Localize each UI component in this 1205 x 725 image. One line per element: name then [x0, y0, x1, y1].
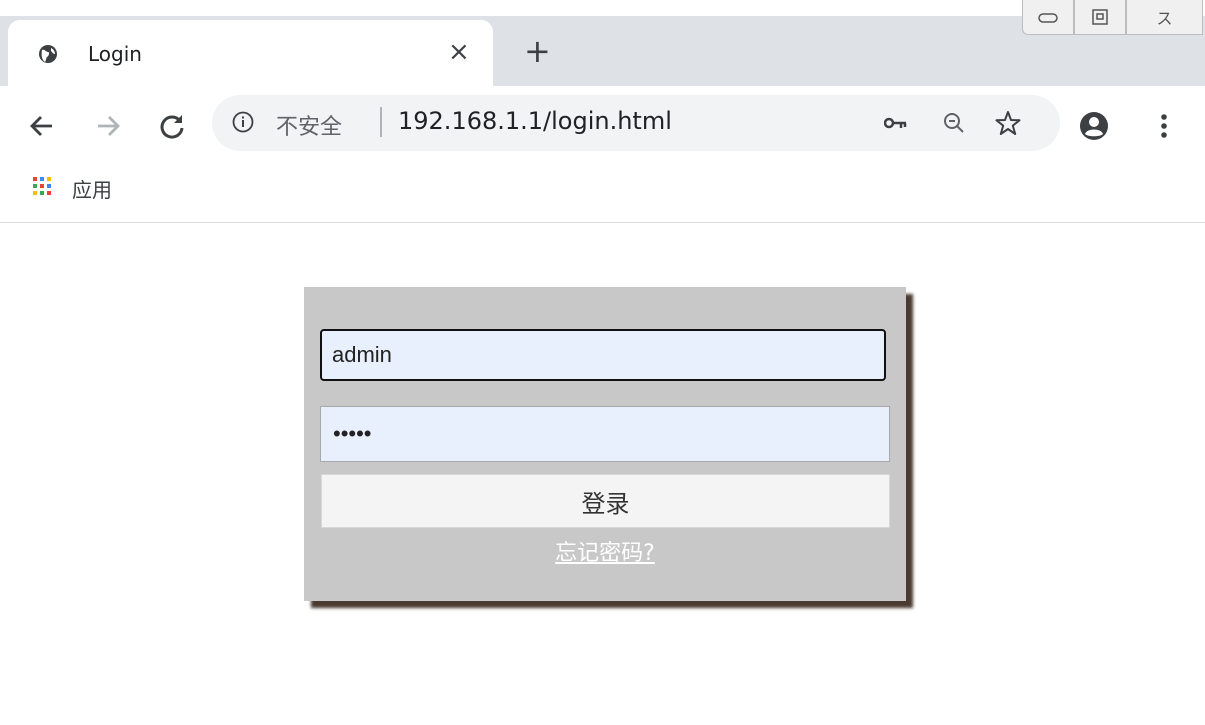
zoom-button[interactable] [940, 109, 968, 137]
back-button[interactable] [24, 108, 60, 144]
address-bar[interactable]: 不安全 192.168.1.1/login.html [212, 95, 1060, 151]
back-arrow-icon [30, 116, 52, 136]
login-button[interactable]: 登录 [321, 474, 890, 528]
bookmark-star-button[interactable] [994, 109, 1022, 137]
key-icon [884, 117, 907, 129]
browser-chrome: Login × + ス 不安全 192.168.1.1/login.html 应… [0, 0, 1205, 223]
not-secure-label: 不安全 [276, 115, 343, 140]
toolbar: 不安全 192.168.1.1/login.html [0, 86, 1205, 166]
reload-button[interactable] [154, 108, 190, 144]
username-input[interactable] [320, 329, 886, 381]
account-icon [1080, 112, 1108, 140]
new-tab-button[interactable]: + [524, 34, 551, 68]
more-vert-icon [1161, 114, 1167, 138]
url-text[interactable]: 192.168.1.1/login.html [398, 107, 672, 135]
forward-arrow-icon [98, 116, 120, 136]
address-separator [380, 107, 382, 137]
profile-button[interactable] [1076, 108, 1112, 144]
window-controls: ス [1022, 0, 1205, 36]
forgot-password-link[interactable]: 忘记密码? [304, 535, 906, 567]
password-input[interactable] [320, 406, 890, 462]
tab-close-button[interactable]: × [448, 37, 470, 67]
globe-icon [39, 45, 57, 63]
tab-login[interactable]: Login × [8, 20, 493, 86]
maximize-icon [1092, 9, 1108, 25]
star-icon [995, 111, 1021, 135]
menu-button[interactable] [1146, 108, 1182, 144]
maximize-button[interactable] [1074, 0, 1126, 35]
zoom-out-icon [944, 113, 964, 133]
close-window-button[interactable]: ス [1126, 0, 1203, 35]
apps-bookmark[interactable]: 应用 [72, 174, 112, 203]
password-key-button[interactable] [882, 109, 910, 137]
reload-icon [160, 115, 184, 139]
minimize-button[interactable] [1022, 0, 1074, 35]
info-icon[interactable] [232, 111, 254, 133]
close-window-label: ス [1156, 9, 1173, 28]
tab-title: Login [88, 42, 142, 66]
login-panel: 登录 忘记密码? [304, 287, 906, 601]
forward-button[interactable] [90, 108, 126, 144]
bookmarks-bar: 应用 [0, 166, 1205, 223]
apps-grid-icon[interactable] [32, 176, 52, 196]
minimize-icon [1038, 13, 1058, 23]
